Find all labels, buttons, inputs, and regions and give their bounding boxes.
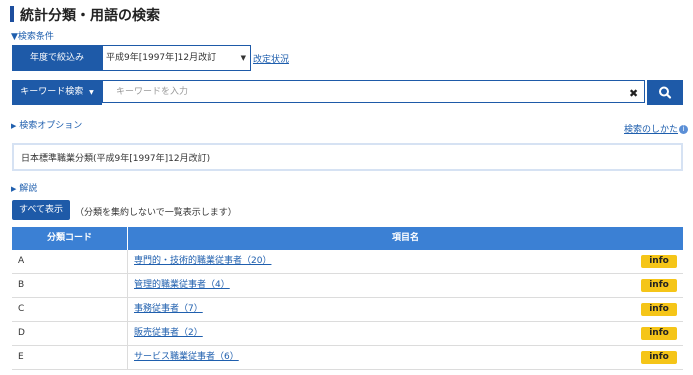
row-code: A xyxy=(18,256,25,266)
row-code: C xyxy=(18,304,25,314)
row-name-link[interactable]: 管理的職業従事者（4） xyxy=(134,274,230,297)
column-header-code: 分類コード xyxy=(12,227,127,250)
keyword-search-dropdown[interactable]: キーワード検索 ▼ xyxy=(12,80,102,105)
chevron-down-icon: ▼ xyxy=(240,54,246,62)
row-code: B xyxy=(18,280,25,290)
row-name-link[interactable]: 販売従事者（2） xyxy=(134,322,203,345)
page-title: 統計分類・用語の検索 xyxy=(20,8,160,24)
table-row: C 事務従事者（7） info xyxy=(12,298,683,322)
info-button[interactable]: info xyxy=(641,279,677,292)
table-row: E サービス職業従事者（6） info xyxy=(12,346,683,370)
year-select-value: 平成9年[1997年]12月改訂 xyxy=(106,53,217,63)
classification-name-box: 日本標準職業分類(平成9年[1997年]12月改訂) xyxy=(12,143,683,171)
search-options-toggle[interactable]: ▶ 検索オプション xyxy=(11,118,82,131)
column-divider xyxy=(127,298,128,321)
column-header-name: 項目名 xyxy=(128,227,683,250)
year-select[interactable]: 平成9年[1997年]12月改訂 ▼ xyxy=(102,45,251,71)
column-divider xyxy=(127,274,128,297)
info-icon: i xyxy=(679,125,689,134)
table-row: D 販売従事者（2） info xyxy=(12,322,683,346)
row-name-link[interactable]: サービス職業従事者（6） xyxy=(134,346,239,369)
explanation-toggle[interactable]: ▶ 解説 xyxy=(11,181,37,194)
info-button[interactable]: info xyxy=(641,327,677,340)
search-help-link[interactable]: 検索のしかた i xyxy=(624,122,689,135)
info-button[interactable]: info xyxy=(641,255,677,268)
column-divider xyxy=(127,322,128,345)
row-code: D xyxy=(18,328,25,338)
explanation-label: 解説 xyxy=(19,184,38,194)
row-name-link[interactable]: 事務従事者（7） xyxy=(134,298,203,321)
search-icon xyxy=(659,86,672,99)
keyword-input[interactable]: キーワードを入力 xyxy=(102,80,645,103)
column-divider xyxy=(127,346,128,369)
keyword-search-label: キーワード検索 xyxy=(20,87,84,97)
row-name-link[interactable]: 専門的・技術的職業従事者（20） xyxy=(134,250,271,273)
info-button[interactable]: info xyxy=(641,303,677,316)
search-conditions-toggle[interactable]: ▼検索条件 xyxy=(11,29,54,42)
row-code: E xyxy=(18,352,24,362)
year-filter-label: 年度で絞込み xyxy=(12,45,102,71)
table-row: A 専門的・技術的職業従事者（20） info xyxy=(12,250,683,274)
info-button[interactable]: info xyxy=(641,351,677,364)
show-all-note: （分類を集約しないで一覧表示します） xyxy=(75,208,237,218)
search-help-label: 検索のしかた xyxy=(624,125,679,135)
revision-status-link[interactable]: 改定状況 xyxy=(253,52,289,65)
table-row: B 管理的職業従事者（4） info xyxy=(12,274,683,298)
chevron-down-icon: ▼ xyxy=(89,89,94,96)
caret-right-icon: ▶ xyxy=(11,185,17,193)
search-options-label: 検索オプション xyxy=(19,121,83,131)
title-accent-bar xyxy=(10,6,14,22)
caret-right-icon: ▶ xyxy=(11,122,17,130)
column-divider xyxy=(127,250,128,273)
show-all-button[interactable]: すべて表示 xyxy=(12,200,70,220)
clear-icon[interactable]: ✖ xyxy=(629,87,638,100)
search-button[interactable] xyxy=(647,80,683,105)
